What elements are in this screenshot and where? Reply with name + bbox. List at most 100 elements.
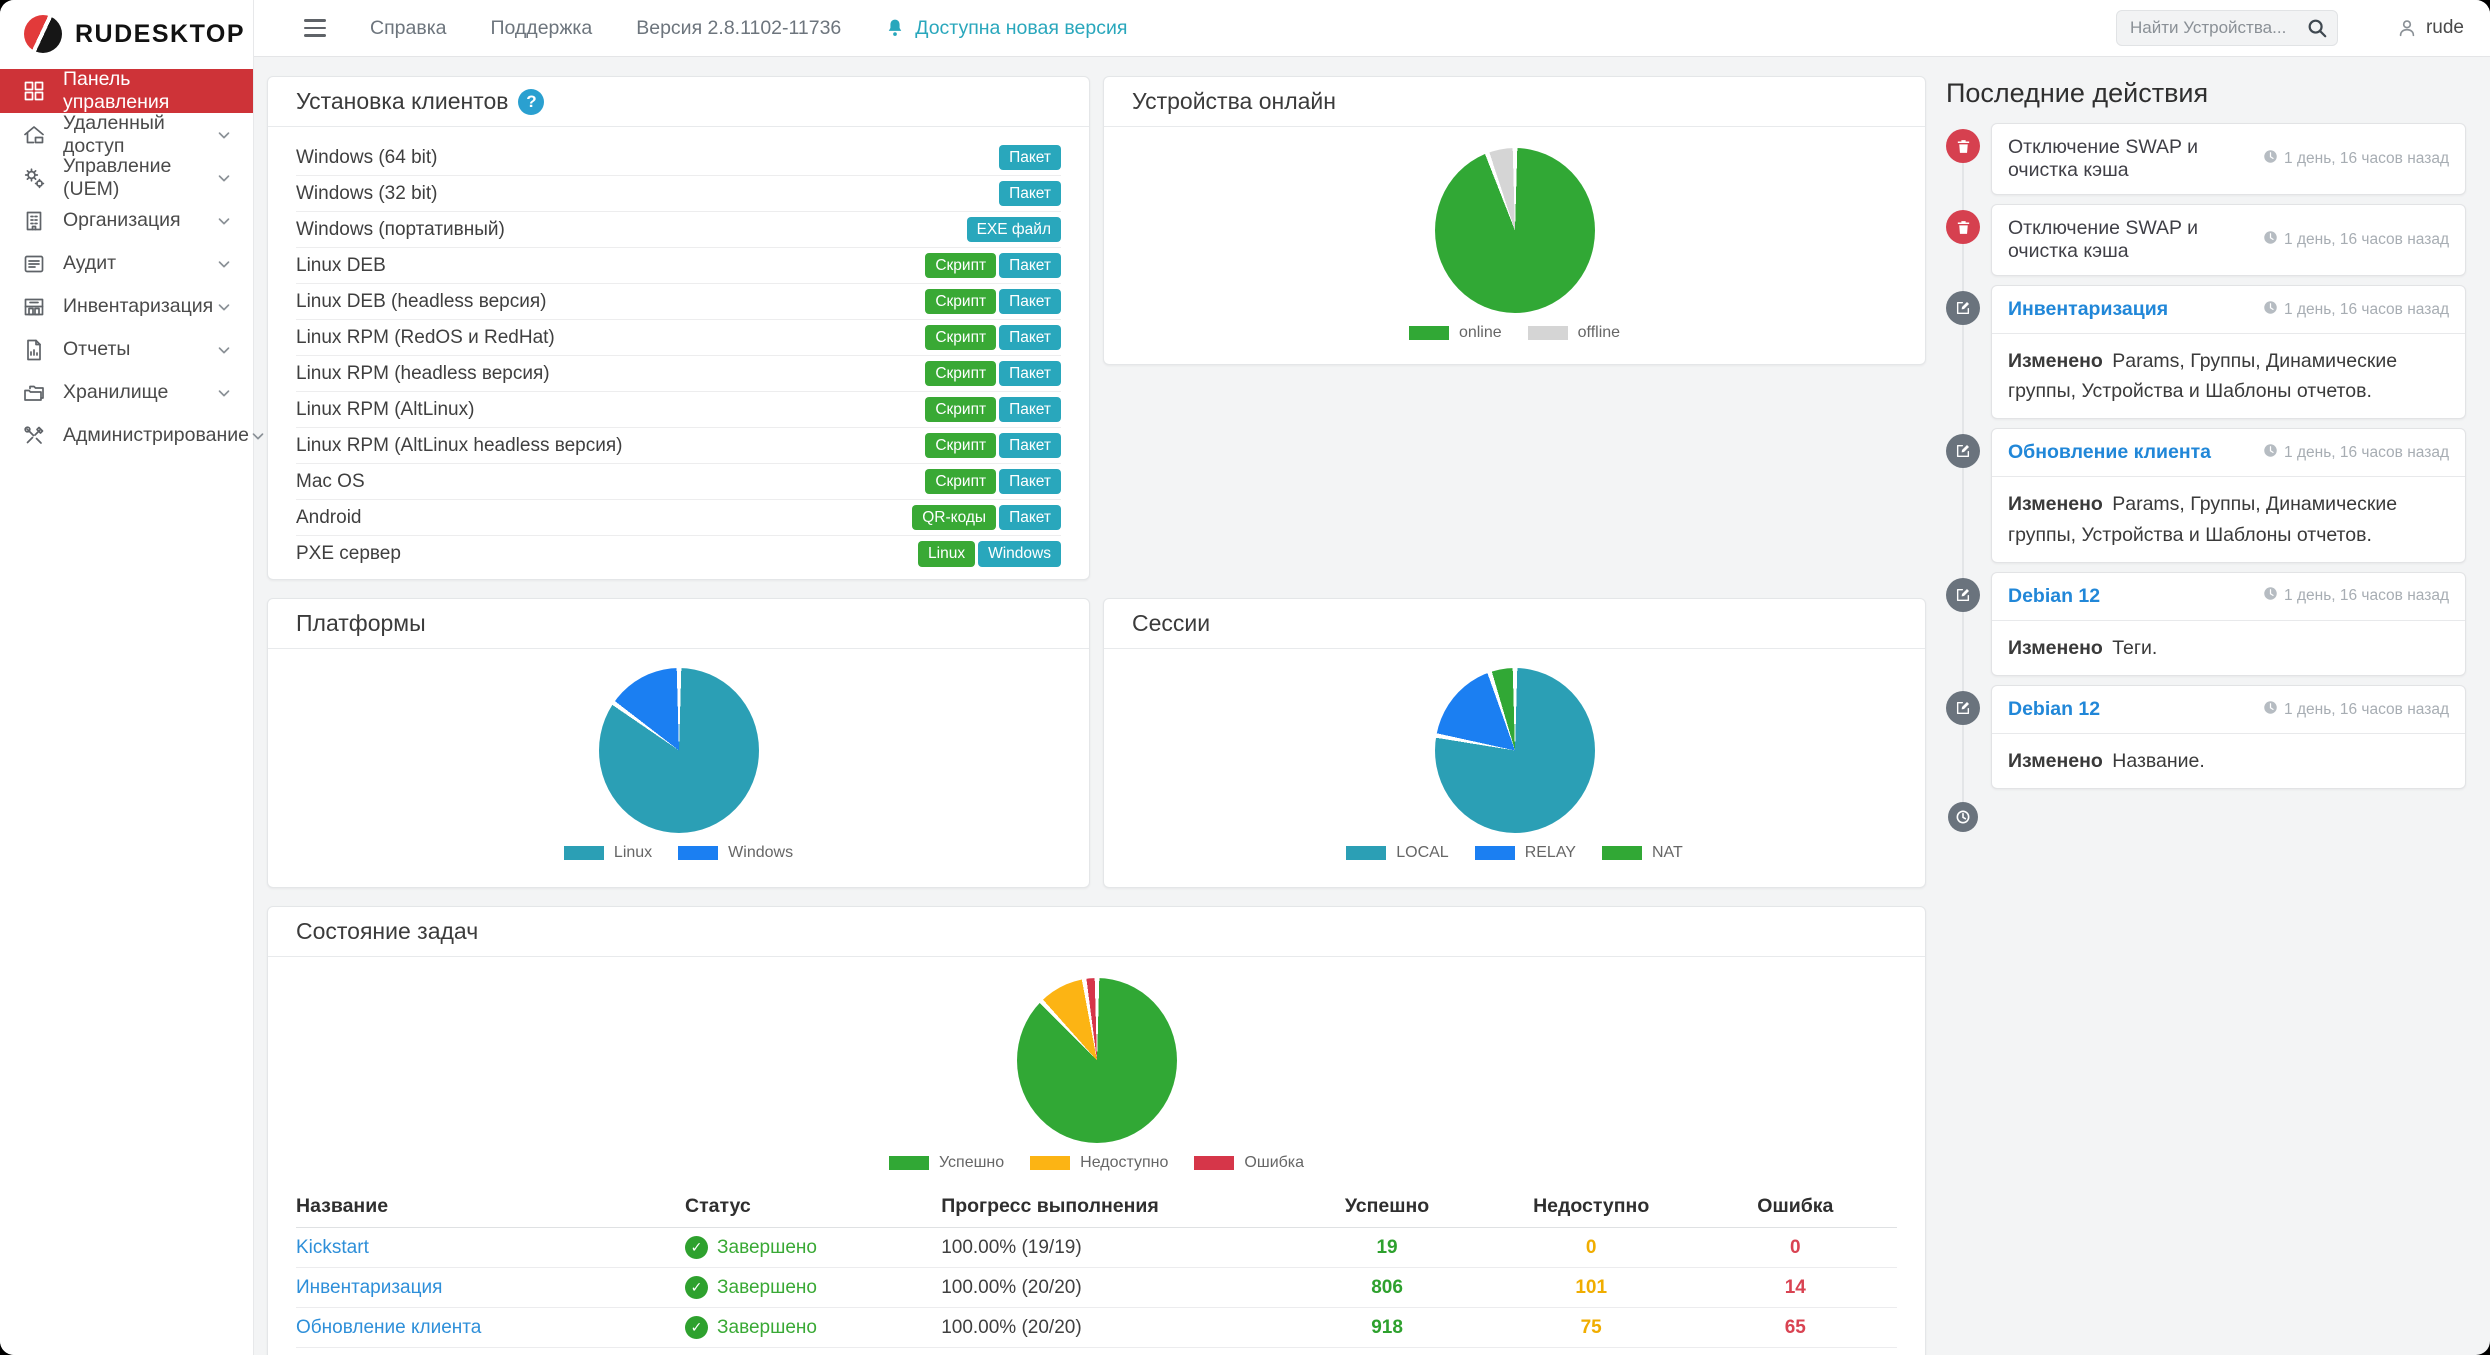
download-badge[interactable]: Скрипт <box>925 469 996 495</box>
activity-time-label: 1 день, 16 часов назад <box>2284 587 2449 605</box>
download-badge[interactable]: Пакет <box>999 397 1061 423</box>
chevron-down-icon <box>215 212 233 230</box>
update-notice[interactable]: Доступна новая версия <box>885 17 1127 40</box>
sidebar-item-5[interactable]: Инвентаризация <box>0 285 253 328</box>
download-badge[interactable]: Windows <box>978 541 1061 567</box>
task-name-cell: Обновление клиента <box>296 1308 685 1348</box>
activity-title[interactable]: Инвентаризация <box>2008 298 2168 321</box>
download-badge[interactable]: Пакет <box>999 253 1061 279</box>
legend-label: offline <box>1578 324 1620 342</box>
support-link[interactable]: Поддержка <box>491 17 593 40</box>
download-badge[interactable]: Скрипт <box>925 433 996 459</box>
update-notice-label: Доступна новая версия <box>915 17 1127 40</box>
download-badge[interactable]: Пакет <box>999 505 1061 531</box>
activity-item: Debian 121 день, 16 часов назадИзменено … <box>1946 685 2466 789</box>
brand-logo[interactable]: RUDESKTOP <box>0 0 253 67</box>
chevron-down-icon <box>215 255 233 273</box>
help-icon[interactable]: ? <box>518 89 544 115</box>
chevron-down-icon <box>215 298 233 316</box>
download-badge[interactable]: Скрипт <box>925 253 996 279</box>
download-badge[interactable]: QR-коды <box>912 505 996 531</box>
menu-toggle-icon[interactable] <box>304 19 326 37</box>
install-os-label: Linux DEB (headless версия) <box>296 291 546 313</box>
activity-title: Отключение SWAP и очистка кэша <box>2008 136 2253 182</box>
edit-icon <box>1946 691 1980 725</box>
download-badge[interactable]: Пакет <box>999 181 1061 207</box>
sidebar-item-8[interactable]: Администрирование <box>0 414 253 457</box>
activity-card[interactable]: Отключение SWAP и очистка кэша1 день, 16… <box>1991 204 2466 276</box>
activity-title[interactable]: Debian 12 <box>2008 698 2100 721</box>
task-progress-cell: 100.00% (20/20) <box>941 1308 1285 1348</box>
search-icon[interactable] <box>2306 17 2328 39</box>
legend-swatch <box>1475 846 1515 860</box>
legend-label: RELAY <box>1525 844 1576 862</box>
sidebar-item-6[interactable]: Отчеты <box>0 328 253 371</box>
status-label: Завершено <box>717 1317 817 1339</box>
tasks-pie-chart <box>1017 978 1177 1143</box>
devices-online-legend: online offline <box>1409 324 1620 342</box>
download-badge[interactable]: Пакет <box>999 289 1061 315</box>
download-badge[interactable]: Скрипт <box>925 397 996 423</box>
clock-icon <box>1948 802 1978 832</box>
legend-label: Недоступно <box>1080 1154 1168 1172</box>
download-badge[interactable]: Скрипт <box>925 361 996 387</box>
install-badges: СкриптПакет <box>925 361 1061 387</box>
download-badge[interactable]: Linux <box>918 541 975 567</box>
sidebar-item-1[interactable]: Удаленный доступ <box>0 113 253 156</box>
download-badge[interactable]: Скрипт <box>925 289 996 315</box>
install-badges: СкриптПакет <box>925 397 1061 423</box>
recent-actions-list: Отключение SWAP и очистка кэша 1 день, 16… <box>1946 123 2466 832</box>
panel-sessions-title: Сессии <box>1132 610 1210 637</box>
activity-card[interactable]: Debian 121 день, 16 часов назадИзменено … <box>1991 572 2466 676</box>
download-badge[interactable]: Пакет <box>999 145 1061 171</box>
user-menu[interactable]: rude <box>2396 17 2464 39</box>
time-icon <box>2263 230 2278 250</box>
sidebar-item-4[interactable]: Аудит <box>0 242 253 285</box>
download-badge[interactable]: EXE файл <box>967 217 1061 243</box>
activity-card[interactable]: Debian 121 день, 16 часов назадИзменено … <box>1991 685 2466 789</box>
check-icon: ✓ <box>685 1236 708 1259</box>
download-badge[interactable]: Пакет <box>999 361 1061 387</box>
task-link[interactable]: Kickstart <box>296 1237 369 1258</box>
activity-time-label: 1 день, 16 часов назад <box>2284 150 2449 168</box>
install-os-label: Windows (портативный) <box>296 219 505 241</box>
task-status-cell: ✓Завершено <box>685 1268 941 1308</box>
activity-change-label: Изменено <box>2008 637 2103 659</box>
task-link[interactable]: Инвентаризация <box>296 1277 442 1298</box>
task-status-cell: ✓ Завершено <box>685 1228 941 1268</box>
user-icon <box>2396 17 2418 39</box>
legend-swatch <box>1602 846 1642 860</box>
activity-timestamp: 1 день, 16 часов назад <box>2263 149 2449 169</box>
status-label: Завершено <box>717 1237 817 1259</box>
activity-change-label: Изменено <box>2008 493 2103 515</box>
task-error-cell: 65 <box>1694 1308 1897 1348</box>
activity-title[interactable]: Обновление клиента <box>2008 441 2211 464</box>
sidebar-item-2[interactable]: Управление (UEM) <box>0 156 253 199</box>
download-badge[interactable]: Пакет <box>999 469 1061 495</box>
sidebar-item-7[interactable]: Хранилище <box>0 371 253 414</box>
install-os-label: Windows (32 bit) <box>296 183 438 205</box>
sidebar-item-0[interactable]: Панель управления <box>0 69 253 113</box>
download-badge[interactable]: Скрипт <box>925 325 996 351</box>
sidebar-item-label: Хранилище <box>63 381 168 404</box>
activity-card[interactable]: Инвентаризация1 день, 16 часов назадИзме… <box>1991 285 2466 419</box>
search-input[interactable] <box>2116 10 2338 46</box>
panel-task-status: Состояние задач УспешноНедоступноОшибка … <box>267 906 1926 1355</box>
download-badge[interactable]: Пакет <box>999 325 1061 351</box>
help-link[interactable]: Справка <box>370 17 447 40</box>
install-badges: СкриптПакет <box>925 433 1061 459</box>
activity-card[interactable]: Обновление клиента 1 день, 16 часов назад… <box>1991 428 2466 562</box>
install-row: Linux DEBСкриптПакет <box>296 248 1061 284</box>
activity-time-label: 1 день, 16 часов назад <box>2284 444 2449 462</box>
download-badge[interactable]: Пакет <box>999 433 1061 459</box>
activity-title[interactable]: Debian 12 <box>2008 585 2100 608</box>
sidebar-item-3[interactable]: Организация <box>0 199 253 242</box>
legend-label: online <box>1459 324 1502 342</box>
check-icon: ✓ <box>685 1276 708 1299</box>
task-name-cell: Kickstart <box>296 1228 685 1268</box>
task-link[interactable]: Обновление клиента <box>296 1317 481 1338</box>
task-progress-cell: 100.00% (1/1) <box>941 1348 1285 1355</box>
install-row: Mac OSСкриптПакет <box>296 464 1061 500</box>
status-badge: ✓Завершено <box>685 1276 941 1299</box>
activity-card[interactable]: Отключение SWAP и очистка кэша 1 день, 16… <box>1991 123 2466 195</box>
